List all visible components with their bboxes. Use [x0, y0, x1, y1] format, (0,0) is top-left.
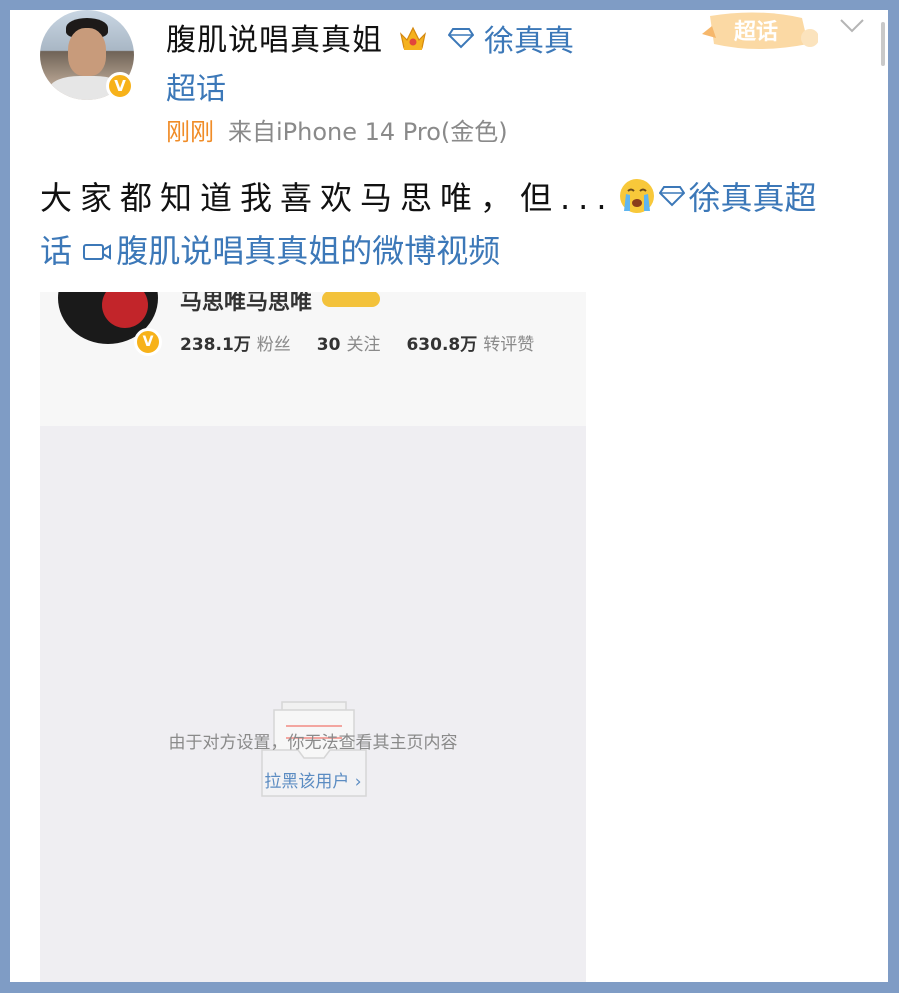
video-camera-icon [83, 244, 112, 260]
likes-count: 630.8万 [406, 335, 478, 355]
embedded-profile-header: V 马思唯马思唯 238.1万 粉丝 30 关注 630.8万 转评赞 [40, 292, 586, 426]
post-body: 大家都知道我喜欢马思唯，但... 徐真真超话 腹肌说唱真真姐的微博视频 [40, 172, 870, 278]
crying-emoji-icon [619, 179, 654, 213]
supertopic-name[interactable]: 徐真真 [484, 24, 574, 59]
embedded-empty-area: 由于对方设置，你无法查看其主页内容 拉黑该用户 › [40, 426, 586, 982]
supertopic-suffix[interactable]: 超话 [166, 64, 226, 108]
embedded-screenshot[interactable]: V 马思唯马思唯 238.1万 粉丝 30 关注 630.8万 转评赞 由于对方设置，你无… [40, 292, 586, 982]
vip-badge-icon [322, 292, 381, 307]
empty-message: 由于对方设置，你无法查看其主页内容 [168, 733, 458, 753]
following-label: 关注 [346, 335, 381, 355]
diamond-topic-icon [448, 28, 474, 49]
block-user-link[interactable]: 拉黑该用户 › [40, 767, 586, 792]
weibo-post-card: V 腹肌说唱真真姐 徐真真 超话 超话 刚刚 来自iPhone 14 Pro(金色… [10, 10, 888, 982]
video-link-text[interactable]: 腹肌说唱真真姐的微博视频 [116, 232, 500, 270]
followers-label: 粉丝 [256, 335, 291, 355]
followers-count: 238.1万 [180, 335, 251, 355]
likes-label: 转评赞 [483, 335, 535, 355]
verified-badge-icon: V [134, 328, 162, 356]
post-text-lead: 大家都知道我喜欢马思唯，但... [40, 179, 615, 217]
post-meta: 刚刚 来自iPhone 14 Pro(金色) [166, 112, 508, 147]
diamond-topic-icon [658, 186, 685, 207]
embedded-profile-stats: 238.1万 粉丝 30 关注 630.8万 转评赞 [180, 330, 560, 355]
verified-badge-icon: V [106, 72, 134, 100]
following-count: 30 [316, 335, 341, 355]
chevron-down-icon[interactable] [838, 16, 866, 36]
post-source: 来自iPhone 14 Pro(金色) [228, 118, 508, 146]
video-link[interactable]: 腹肌说唱真真姐的微博视频 [82, 232, 500, 270]
author-name[interactable]: 腹肌说唱真真姐 [166, 15, 428, 59]
embedded-profile-name: 马思唯马思唯 [180, 292, 381, 316]
supertopic-badge[interactable]: 超话 [698, 10, 818, 52]
scrollbar[interactable] [881, 22, 885, 66]
supertopic-badge-text: 超话 [734, 20, 778, 45]
crown-icon [399, 26, 426, 50]
author-name-text[interactable]: 腹肌说唱真真姐 [166, 23, 383, 58]
post-topic-text-cont[interactable]: 话 [40, 232, 72, 270]
post-time: 刚刚 [166, 118, 214, 146]
supertopic-link[interactable]: 徐真真 [448, 16, 574, 60]
post-topic-text[interactable]: 徐真真超 [689, 179, 817, 217]
